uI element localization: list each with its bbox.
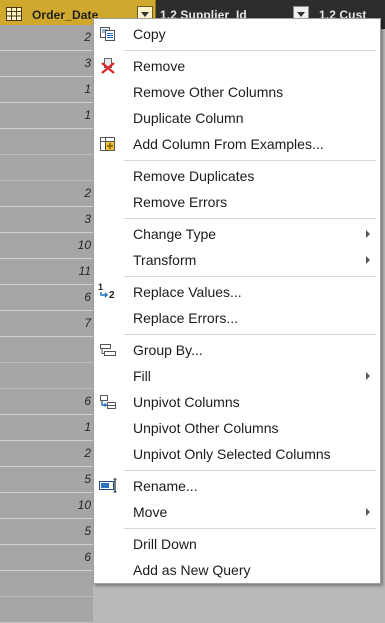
menu-item-label: Unpivot Only Selected Columns [133,446,331,462]
menu-item-replace-values[interactable]: 1 2 Replace Values... [94,279,380,305]
menu-item-remove-errors[interactable]: Remove Errors [94,189,380,215]
table-cell[interactable] [0,571,93,597]
menu-item-remove[interactable]: Remove [94,53,380,79]
table-cell[interactable]: 1 [0,77,93,103]
table-cell[interactable]: 5 [0,467,93,493]
menu-separator [124,218,376,219]
table-cell[interactable]: 5 [0,519,93,545]
menu-item-label: Transform [133,252,197,268]
table-cell[interactable]: 6 [0,545,93,571]
svg-text:2: 2 [109,290,115,300]
copy-icon [100,27,115,41]
table-cell[interactable] [0,155,93,181]
menu-item-replace-errors[interactable]: Replace Errors... [94,305,380,331]
menu-item-move[interactable]: Move [94,499,380,525]
chevron-down-icon [141,12,149,17]
menu-separator [124,160,376,161]
table-cell[interactable]: 7 [0,311,93,337]
menu-item-group-by[interactable]: Group By... [94,337,380,363]
menu-item-label: Remove Other Columns [133,84,284,100]
table-cell[interactable]: 2 [0,181,93,207]
group-by-icon [100,344,116,356]
table-cell[interactable]: 1 [0,415,93,441]
table-cell[interactable]: 6 [0,285,93,311]
menu-item-label: Rename... [133,478,198,494]
table-cell[interactable]: 2 [0,441,93,467]
table-cell[interactable]: 3 [0,51,93,77]
menu-separator [124,276,376,277]
menu-item-change-type[interactable]: Change Type [94,221,380,247]
menu-separator [124,528,376,529]
remove-column-icon [101,58,115,74]
table-cell[interactable]: 11 [0,259,93,285]
table-cell[interactable]: 10 [0,233,93,259]
column-cells: 2 3 1 1 2 3 10 11 6 7 6 1 2 5 10 5 6 [0,25,93,623]
menu-item-unpivot-columns[interactable]: Unpivot Columns [94,389,380,415]
table-cell[interactable]: 2 [0,25,93,51]
menu-item-label: Change Type [133,226,217,242]
menu-item-label: Replace Values... [133,284,242,300]
menu-item-label: Fill [133,368,151,384]
menu-item-label: Add Column From Examples... [133,136,324,152]
menu-item-label: Remove Duplicates [133,168,255,184]
menu-item-label: Remove Errors [133,194,228,210]
add-column-from-examples-icon [100,137,115,151]
menu-item-label: Replace Errors... [133,310,239,326]
table-cell[interactable]: 1 [0,103,93,129]
table-cell[interactable]: 6 [0,389,93,415]
menu-item-unpivot-other-columns[interactable]: Unpivot Other Columns [94,415,380,441]
menu-separator [124,470,376,471]
menu-item-remove-duplicates[interactable]: Remove Duplicates [94,163,380,189]
table-icon [6,7,22,21]
menu-item-fill[interactable]: Fill [94,363,380,389]
menu-item-rename[interactable]: Rename... [94,473,380,499]
menu-item-label: Unpivot Columns [133,394,240,410]
chevron-right-icon [366,230,370,238]
menu-item-label: Duplicate Column [133,110,244,126]
table-cell[interactable] [0,363,93,389]
menu-item-unpivot-only-selected-columns[interactable]: Unpivot Only Selected Columns [94,441,380,467]
column-title: Order_Date [32,8,99,22]
menu-item-copy[interactable]: Copy [94,21,380,47]
menu-item-label: Group By... [133,342,203,358]
unpivot-columns-icon [100,395,116,409]
chevron-right-icon [366,508,370,516]
menu-separator [124,50,376,51]
menu-item-add-column-from-examples[interactable]: Add Column From Examples... [94,131,380,157]
svg-text:1: 1 [98,282,103,292]
table-cell[interactable] [0,597,93,623]
menu-item-label: Unpivot Other Columns [133,420,279,436]
menu-item-label: Drill Down [133,536,197,552]
menu-item-label: Copy [133,26,166,42]
chevron-down-icon [297,12,305,17]
menu-item-duplicate-column[interactable]: Duplicate Column [94,105,380,131]
column-context-menu: Copy Remove Remove Other Columns Duplica… [93,18,381,584]
chevron-right-icon [366,256,370,264]
table-cell[interactable]: 3 [0,207,93,233]
table-cell[interactable]: 10 [0,493,93,519]
menu-item-label: Remove [133,58,186,74]
menu-item-label: Move [133,504,168,520]
replace-values-icon: 1 2 [98,282,115,300]
menu-item-transform[interactable]: Transform [94,247,380,273]
rename-icon [99,478,117,493]
menu-separator [124,334,376,335]
table-cell[interactable] [0,337,93,363]
chevron-right-icon [366,372,370,380]
menu-item-remove-other-columns[interactable]: Remove Other Columns [94,79,380,105]
menu-item-add-as-new-query[interactable]: Add as New Query [94,557,380,583]
menu-item-drill-down[interactable]: Drill Down [94,531,380,557]
menu-item-label: Add as New Query [133,562,251,578]
table-cell[interactable] [0,129,93,155]
